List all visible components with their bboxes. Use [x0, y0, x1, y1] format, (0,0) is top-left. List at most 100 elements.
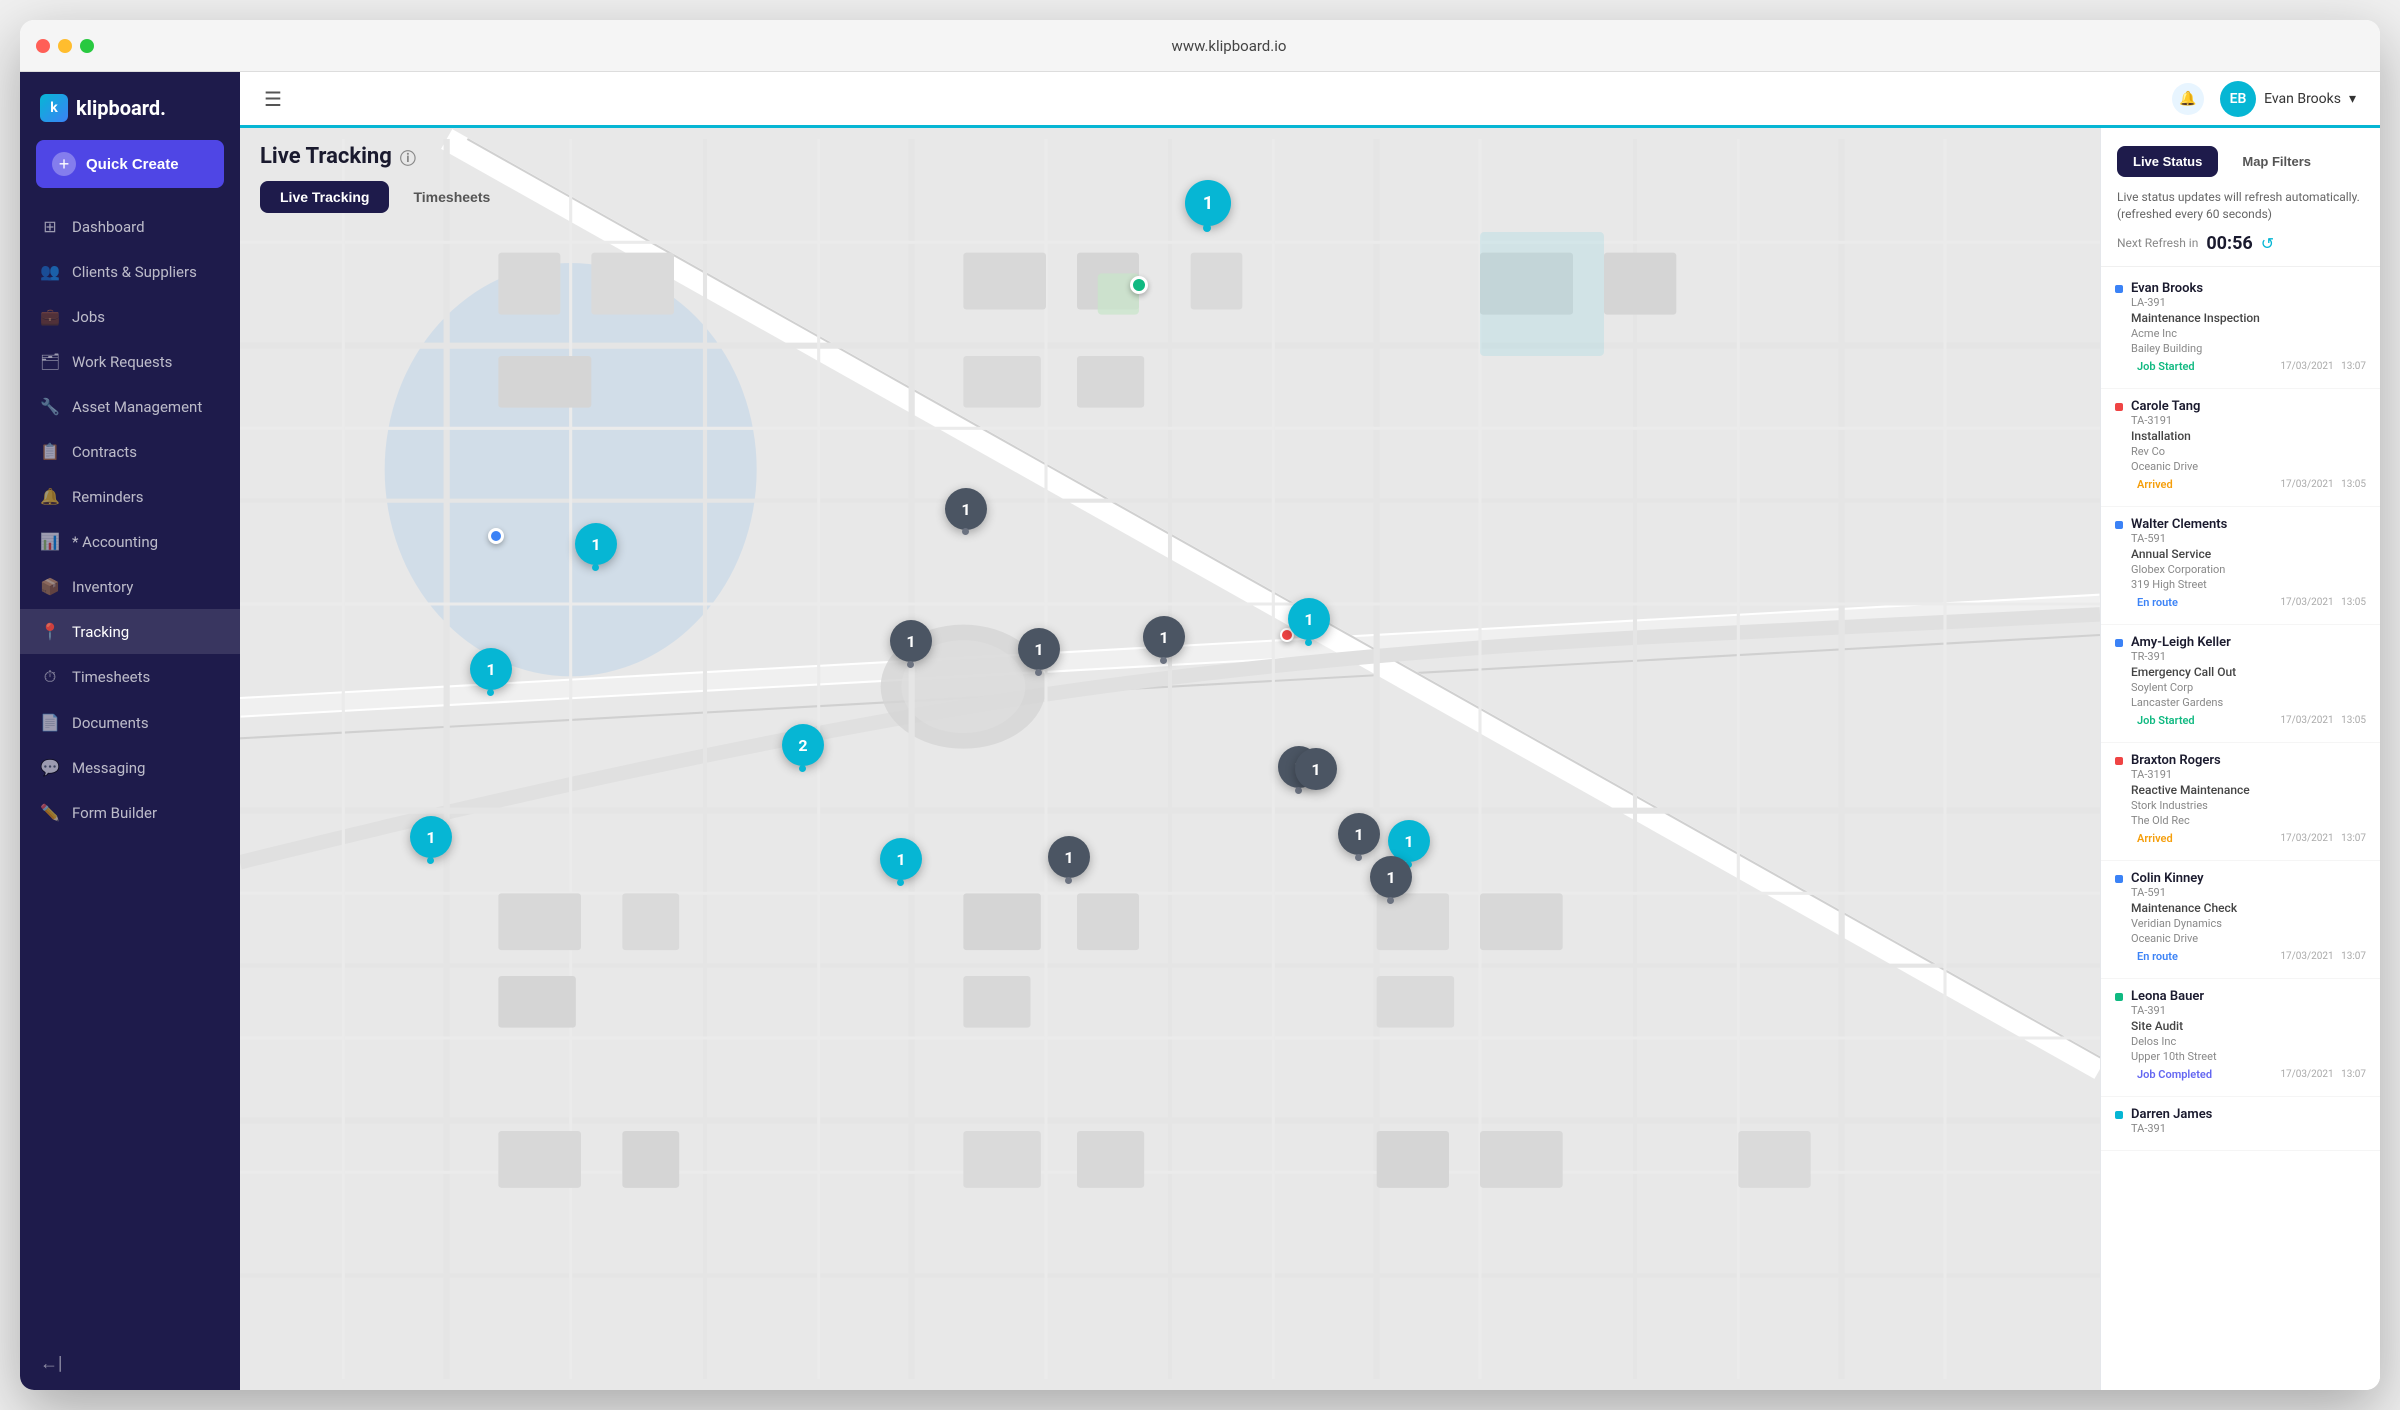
status-list-item[interactable]: Evan Brooks LA-391 Maintenance Inspectio… — [2101, 271, 2380, 389]
map-marker-2[interactable]: 1 — [575, 523, 617, 565]
status-ta: TA-391 — [2131, 1122, 2366, 1135]
sidebar-item-label: Reminders — [72, 488, 144, 506]
sidebar-item-jobs[interactable]: 💼 Jobs — [20, 294, 240, 339]
status-location: Lancaster Gardens — [2131, 696, 2366, 709]
tab-timesheets[interactable]: Timesheets — [393, 181, 510, 213]
status-company: Delos Inc — [2131, 1035, 2366, 1048]
map-marker-13[interactable]: 1 — [1048, 836, 1090, 878]
status-company: Stork Industries — [2131, 799, 2366, 812]
map-tabs: Live Tracking Timesheets — [260, 181, 2080, 213]
status-list-item[interactable]: Amy-Leigh Keller TR-391 Emergency Call O… — [2101, 625, 2380, 743]
asset-icon: 🔧 — [40, 397, 60, 416]
map-marker-15[interactable]: 1 — [1338, 813, 1380, 855]
map-info-icon[interactable]: ⓘ — [400, 145, 416, 169]
sidebar-item-reminders[interactable]: 🔔 Reminders — [20, 474, 240, 519]
map-marker-3[interactable]: 1 — [945, 488, 987, 530]
jobs-icon: 💼 — [40, 307, 60, 326]
status-job: Maintenance Inspection — [2131, 311, 2366, 325]
sidebar-collapse-button[interactable]: ←| — [20, 1337, 240, 1390]
sidebar-item-contracts[interactable]: 📋 Contracts — [20, 429, 240, 474]
sidebar-item-label: Tracking — [72, 623, 129, 641]
status-job: Emergency Call Out — [2131, 665, 2366, 679]
status-location: Upper 10th Street — [2131, 1050, 2366, 1063]
status-color-indicator — [2115, 639, 2123, 647]
status-company: Globex Corporation — [2131, 563, 2366, 576]
sidebar-item-label: Jobs — [72, 308, 105, 326]
status-job: Annual Service — [2131, 547, 2366, 561]
map-marker-7[interactable]: 1 — [1143, 616, 1185, 658]
status-person-name: Walter Clements — [2131, 517, 2366, 532]
tab-live-tracking[interactable]: Live Tracking — [260, 181, 389, 213]
status-list-item[interactable]: Braxton Rogers TA-3191 Reactive Maintena… — [2101, 743, 2380, 861]
map-marker-9[interactable]: 1 — [1288, 598, 1330, 640]
status-person-name: Braxton Rogers — [2131, 753, 2366, 768]
status-badge: En route — [2131, 948, 2184, 965]
status-company: Rev Co — [2131, 445, 2366, 458]
status-footer: En route 17/03/2021 13:05 — [2131, 594, 2366, 611]
sidebar-item-label: Dashboard — [72, 218, 145, 236]
map-background — [240, 128, 2100, 1390]
marker-dot-8 — [799, 765, 806, 772]
status-ta: LA-391 — [2131, 296, 2366, 309]
sidebar-item-accounting[interactable]: 📊 * Accounting — [20, 519, 240, 564]
quick-create-button[interactable]: + Quick Create — [36, 140, 224, 188]
sidebar-item-documents[interactable]: 📄 Documents — [20, 700, 240, 745]
status-job: Site Audit — [2131, 1019, 2366, 1033]
map-marker-14[interactable]: 1 — [1295, 748, 1337, 790]
map-marker-8[interactable]: 2 — [782, 724, 824, 766]
status-list-item[interactable]: Darren James TA-391 — [2101, 1097, 2380, 1151]
maximize-button[interactable] — [80, 39, 94, 53]
status-list-item[interactable]: Colin Kinney TA-591 Maintenance CheckVer… — [2101, 861, 2380, 979]
status-list-item[interactable]: Carole Tang TA-3191 InstallationRev CoOc… — [2101, 389, 2380, 507]
notifications-icon[interactable]: 🔔 — [2172, 83, 2204, 115]
sidebar-item-label: Asset Management — [72, 398, 202, 416]
sidebar-item-inventory[interactable]: 📦 Inventory — [20, 564, 240, 609]
green-location-dot — [1130, 276, 1148, 294]
sidebar-item-asset-management[interactable]: 🔧 Asset Management — [20, 384, 240, 429]
map-marker-4[interactable]: 1 — [470, 648, 512, 690]
hamburger-icon[interactable]: ☰ — [264, 87, 282, 111]
status-item-content: Colin Kinney TA-591 Maintenance CheckVer… — [2131, 871, 2366, 965]
map-marker-12[interactable]: 1 — [880, 838, 922, 880]
refresh-icon[interactable]: ↺ — [2261, 234, 2274, 253]
map-marker-5[interactable]: 1 — [890, 620, 932, 662]
user-menu[interactable]: EB Evan Brooks ▾ — [2220, 81, 2356, 117]
status-color-indicator — [2115, 993, 2123, 1001]
form-builder-icon: ✏️ — [40, 803, 60, 822]
traffic-lights — [36, 39, 94, 53]
status-list-item[interactable]: Leona Bauer TA-391 Site AuditDelos IncUp… — [2101, 979, 2380, 1097]
status-item-content: Leona Bauer TA-391 Site AuditDelos IncUp… — [2131, 989, 2366, 1083]
map-header: Live Tracking ⓘ Live Tracking Timesheets — [240, 128, 2100, 229]
sidebar-item-messaging[interactable]: 💬 Messaging — [20, 745, 240, 790]
status-color-indicator — [2115, 875, 2123, 883]
map-marker-17[interactable]: 1 — [1370, 856, 1412, 898]
status-location: The Old Rec — [2131, 814, 2366, 827]
accounting-icon: 📊 — [40, 532, 60, 551]
status-list-item[interactable]: Walter Clements TA-591 Annual ServiceGlo… — [2101, 507, 2380, 625]
status-person-name: Darren James — [2131, 1107, 2366, 1122]
work-requests-icon: 🗂 — [40, 352, 60, 371]
sidebar-item-tracking[interactable]: 📍 Tracking — [20, 609, 240, 654]
marker-dot-6 — [1035, 669, 1042, 676]
sidebar-item-label: Documents — [72, 714, 149, 732]
sidebar-item-label: Inventory — [72, 578, 133, 596]
rp-tab-live-status[interactable]: Live Status — [2117, 146, 2218, 177]
minimize-button[interactable] — [58, 39, 72, 53]
sidebar-item-dashboard[interactable]: ⊞ Dashboard — [20, 204, 240, 249]
map-marker-6[interactable]: 1 — [1018, 628, 1060, 670]
status-ta: TA-3191 — [2131, 768, 2366, 781]
map-title-area: Live Tracking ⓘ — [260, 144, 2080, 169]
tracking-icon: 📍 — [40, 622, 60, 641]
close-button[interactable] — [36, 39, 50, 53]
status-item-content: Braxton Rogers TA-3191 Reactive Maintena… — [2131, 753, 2366, 847]
status-person-name: Amy-Leigh Keller — [2131, 635, 2366, 650]
sidebar-item-label: * Accounting — [72, 533, 158, 551]
rp-tab-map-filters[interactable]: Map Filters — [2226, 146, 2327, 177]
map-marker-11[interactable]: 1 — [410, 816, 452, 858]
sidebar-item-work-requests[interactable]: 🗂 Work Requests — [20, 339, 240, 384]
sidebar-item-form-builder[interactable]: ✏️ Form Builder — [20, 790, 240, 835]
sidebar-item-timesheets[interactable]: ⏱ Timesheets — [20, 654, 240, 700]
status-badge: En route — [2131, 594, 2184, 611]
url-bar[interactable]: www.klipboard.io — [94, 37, 2364, 55]
sidebar-item-clients[interactable]: 👥 Clients & Suppliers — [20, 249, 240, 294]
